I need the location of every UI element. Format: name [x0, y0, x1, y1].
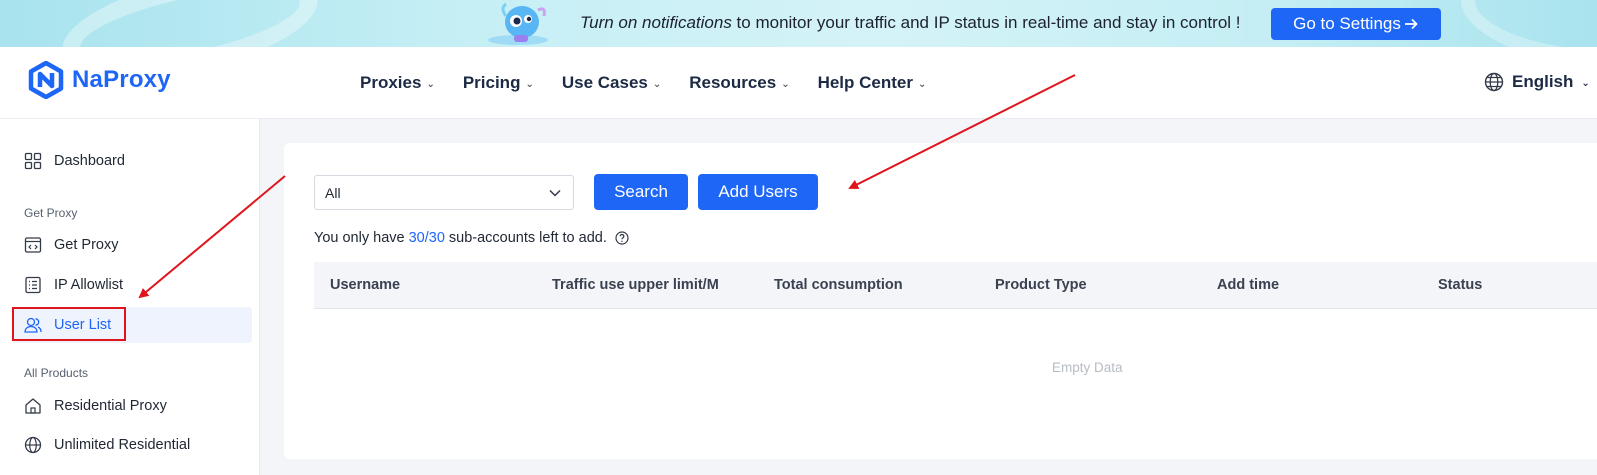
empty-state: Empty Data	[1052, 360, 1123, 375]
table-header: Username Traffic use upper limit/M Total…	[314, 262, 1597, 309]
add-users-button[interactable]: Add Users	[698, 174, 818, 210]
mascot-icon	[488, 2, 548, 45]
banner-message: Turn on notifications to monitor your tr…	[580, 13, 1241, 33]
sidebar-item-dashboard[interactable]: Dashboard	[12, 143, 252, 179]
banner-decoration	[1453, 0, 1597, 47]
chevron-down-icon: ⌄	[918, 79, 927, 90]
quota-total: 30	[428, 230, 445, 246]
arrow-right-icon	[1404, 18, 1418, 30]
chevron-down-icon: ⌄	[781, 79, 790, 90]
chevron-down-icon	[549, 189, 561, 197]
go-to-settings-label: Go to Settings	[1293, 14, 1401, 33]
main-nav: Proxies ⌄ Pricing ⌄ Use Cases ⌄ Resources ⌄ …	[360, 73, 926, 93]
sidebar-item-residential-proxy[interactable]: Residential Proxy	[12, 388, 252, 424]
notification-banner: Turn on notifications to monitor your tr…	[0, 0, 1597, 47]
column-header-username: Username	[330, 277, 401, 293]
sidebar-item-unlimited-residential[interactable]: Unlimited Residential	[12, 427, 252, 463]
quota-count: 30/30	[408, 230, 445, 246]
sidebar-group-get-proxy: Get Proxy	[24, 206, 78, 220]
quota-used: 30	[408, 230, 425, 246]
dashboard-icon	[24, 152, 42, 170]
nav-proxies-label: Proxies	[360, 73, 422, 92]
sidebar-item-ip-allowlist[interactable]: IP Allowlist	[12, 267, 252, 303]
nav-help-center[interactable]: Help Center ⌄	[818, 73, 927, 93]
sidebar-group-all-products: All Products	[24, 366, 89, 380]
nav-help-center-label: Help Center	[817, 73, 913, 92]
code-window-icon	[24, 237, 42, 253]
nav-resources[interactable]: Resources ⌄	[689, 73, 789, 93]
sidebar-item-get-proxy[interactable]: Get Proxy	[12, 227, 252, 263]
brand-name: NaProxy	[72, 66, 171, 93]
banner-message-rest: to monitor your traffic and IP status in…	[731, 13, 1241, 32]
column-header-total-consumption: Total consumption	[774, 277, 903, 293]
select-value: All	[325, 184, 341, 201]
home-icon	[25, 398, 41, 414]
chevron-down-icon: ⌄	[652, 79, 662, 90]
nav-pricing-label: Pricing	[462, 73, 521, 92]
sidebar-item-label: Unlimited Residential	[54, 437, 191, 453]
sidebar-item-label: Residential Proxy	[54, 398, 167, 414]
sidebar-item-label: IP Allowlist	[54, 277, 124, 293]
highlight-box	[12, 307, 126, 341]
site-header: NaProxy Proxies ⌄ Pricing ⌄ Use Cases ⌄ Res…	[0, 47, 1597, 119]
banner-decoration	[53, 0, 327, 47]
chevron-down-icon: ⌄	[426, 79, 435, 90]
quota-suffix: sub-accounts left to add.	[448, 230, 607, 246]
product-filter-select[interactable]: All	[314, 175, 574, 210]
nav-resources-label: Resources	[689, 73, 777, 92]
globe-icon	[24, 436, 42, 454]
column-header-product-type: Product Type	[995, 277, 1087, 293]
quota-prefix: You only have	[314, 230, 405, 246]
nav-proxies[interactable]: Proxies ⌄	[360, 73, 435, 93]
naproxy-logo-icon	[28, 61, 64, 99]
sidebar-item-label: Get Proxy	[54, 237, 119, 253]
column-header-add-time: Add time	[1217, 277, 1280, 293]
go-to-settings-button[interactable]: Go to Settings	[1271, 8, 1441, 40]
nav-use-cases-label: Use Cases	[561, 73, 648, 92]
nav-use-cases[interactable]: Use Cases ⌄	[562, 73, 661, 93]
language-label: English	[1512, 72, 1574, 91]
chevron-down-icon: ⌄	[525, 79, 534, 90]
column-header-traffic-limit: Traffic use upper limit/M	[552, 277, 719, 293]
logo[interactable]: NaProxy	[28, 61, 171, 99]
search-button[interactable]: Search	[594, 174, 688, 210]
banner-message-emphasis: Turn on notifications	[580, 13, 732, 32]
chevron-down-icon: ⌄	[1581, 78, 1590, 89]
quota-message: You only have 30/30 sub-accounts left to…	[314, 230, 629, 246]
nav-pricing[interactable]: Pricing ⌄	[463, 73, 534, 93]
sidebar-item-label: Dashboard	[54, 153, 125, 169]
globe-icon	[1484, 72, 1504, 92]
list-icon	[25, 276, 41, 294]
column-header-status: Status	[1438, 277, 1483, 293]
help-circle-icon[interactable]	[615, 231, 629, 245]
language-selector[interactable]: English ⌄	[1484, 72, 1590, 92]
